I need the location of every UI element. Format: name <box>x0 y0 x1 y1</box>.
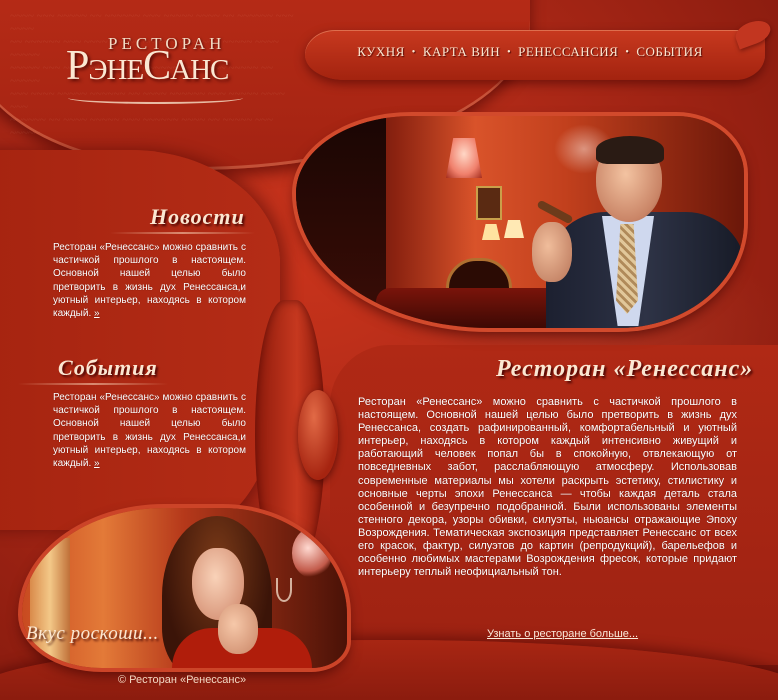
learn-more-link[interactable]: Узнать о ресторане больше... <box>487 628 638 640</box>
footer-copyright: © Ресторан «Ренессанс» <box>118 674 247 686</box>
promo-caption: Вкус роскоши... <box>26 623 159 644</box>
events-body: Ресторан «Ренессанс» можно сравнить с ча… <box>53 392 246 470</box>
logo[interactable]: РэнеСанс <box>66 42 229 90</box>
hero-photo-man-with-cigar <box>296 116 744 328</box>
nav-separator: • <box>625 46 630 58</box>
events-more-link[interactable]: » <box>94 458 100 469</box>
news-heading: Новости <box>110 204 255 234</box>
decorative-ornament <box>298 390 338 480</box>
nav-item-wine-list[interactable]: КАРТА ВИН <box>423 44 500 60</box>
news-body: Ресторан «Ренессанс» можно сравнить с ча… <box>53 242 246 320</box>
main-heading: Ресторан «Ренессанс» <box>496 356 754 382</box>
events-text: Ресторан «Ренессанс» можно сравнить с ча… <box>53 391 246 470</box>
nav-separator: • <box>411 46 416 58</box>
main-body: Ресторан «Ренессанс» можно сравнить с ча… <box>358 396 737 579</box>
news-text: Ресторан «Ренессанс» можно сравнить с ча… <box>53 241 246 320</box>
logo-flourish <box>68 92 243 104</box>
news-more-link[interactable]: » <box>94 308 100 319</box>
nav-separator: • <box>507 46 512 58</box>
nav-item-renaissance[interactable]: РЕНЕССАНСИЯ <box>518 44 618 60</box>
main-nav: КУХНЯ • КАРТА ВИН • РЕНЕССАНСИЯ • СОБЫТИ… <box>330 44 730 60</box>
page-background: ~~~~ ~~~ ~~~~~ ~~ ~~~~~~ ~~~ ~~~~~ ~~~~ … <box>0 0 778 700</box>
nav-item-events[interactable]: СОБЫТИЯ <box>636 44 702 60</box>
events-heading: События <box>18 355 168 385</box>
nav-item-kitchen[interactable]: КУХНЯ <box>357 44 405 60</box>
